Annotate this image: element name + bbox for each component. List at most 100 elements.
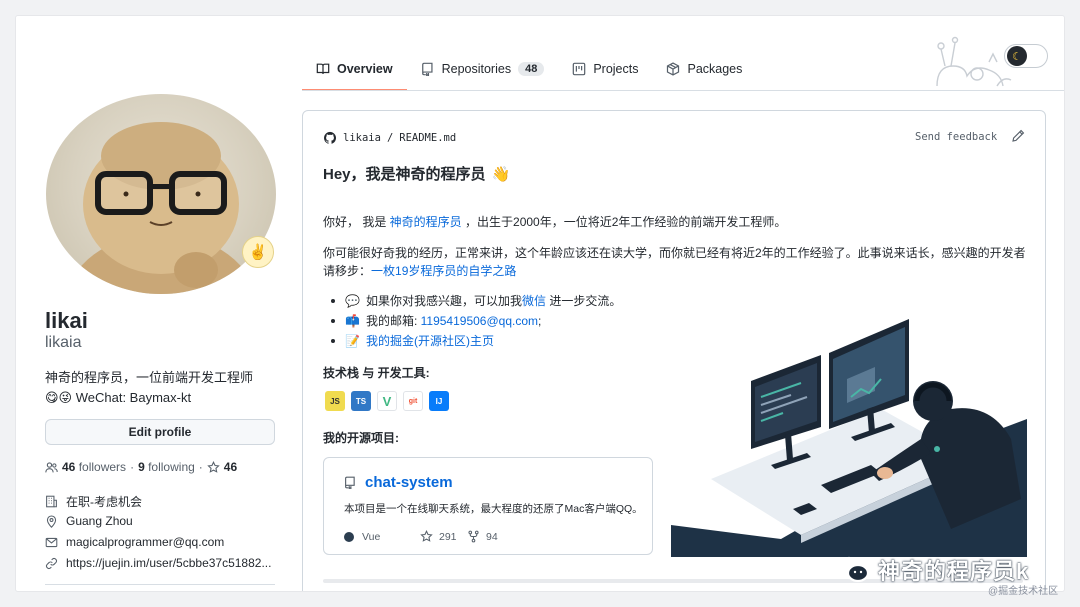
repo-description: 本项目是一个在线聊天系统，最大程度的还原了Mac客户端QQ。 <box>344 503 643 515</box>
repo-icon <box>345 476 355 489</box>
waving-hand-icon: 👋 <box>491 165 511 183</box>
location-text: Guang Zhou <box>66 514 133 528</box>
follow-stats: 46 followers · 9 following · 46 <box>45 460 237 474</box>
tab-label: Projects <box>593 62 639 76</box>
stars-count[interactable]: 46 <box>224 460 237 474</box>
people-icon <box>45 461 58 472</box>
readme-title: Hey，我是神奇的程序员 👋 <box>323 163 510 184</box>
avatar[interactable] <box>46 94 276 294</box>
tab-overview[interactable]: Overview <box>302 48 407 91</box>
followers-count: 46 <box>62 460 76 474</box>
github-icon <box>323 131 337 144</box>
memo-icon: 📝 <box>345 333 360 348</box>
profile-website[interactable]: https://juejin.im/user/5cbbe37c51882... <box>45 556 295 570</box>
tech-badges: JS TS V git IJ <box>325 391 449 411</box>
profile-username: likaia <box>45 334 82 351</box>
tab-repositories[interactable]: Repositories 48 <box>407 48 559 90</box>
pencil-icon[interactable] <box>1011 129 1025 143</box>
typescript-icon[interactable]: TS <box>351 391 371 411</box>
list-text: 进一步交流。 <box>545 294 622 308</box>
repo-stars[interactable]: 291 <box>439 531 467 543</box>
vue-icon[interactable]: V <box>377 391 397 411</box>
company-text: 在职-考虑机会 <box>66 495 142 509</box>
status-badge[interactable]: ✌️ <box>242 236 274 268</box>
paragraph-text: 你好， 我是 <box>323 215 390 229</box>
repo-language: Vue <box>362 530 381 543</box>
edit-profile-button[interactable]: Edit profile <box>45 419 275 445</box>
tabs-divider <box>302 90 1064 91</box>
language-color-dot <box>344 531 354 542</box>
star-icon <box>207 460 220 473</box>
readme-paragraph: 你可能很好奇我的经历，正常来讲，这个年龄应该还在读大学，而你就已经有将近2年的工… <box>323 244 1033 280</box>
list-text: 我的邮箱: <box>365 314 421 328</box>
followers-link[interactable]: 46 followers <box>62 460 126 474</box>
repo-meta: Vue 291 94 <box>344 530 498 543</box>
developer-illustration <box>671 319 1027 557</box>
paragraph-text: ，出生于2000年，一位将近2年工作经验的前端开发工程师。 <box>461 215 787 229</box>
repo-forks[interactable]: 94 <box>486 531 498 543</box>
repo-name: chat-system <box>365 474 453 491</box>
readme-file[interactable]: README.md <box>399 132 456 144</box>
fork-icon <box>468 530 479 543</box>
mailbox-icon: 📫 <box>345 313 360 328</box>
building-icon <box>46 495 57 508</box>
followers-label: followers <box>78 460 127 474</box>
source-watermark: @掘金技术社区 <box>988 586 1059 597</box>
projects-heading: 我的开源项目: <box>323 431 399 445</box>
list-item: 💬 如果你对我感兴趣，可以加我微信 进一步交流。 <box>331 292 621 309</box>
website-text: https://juejin.im/user/5cbbe37c51882... <box>66 556 272 570</box>
repo-count-badge: 48 <box>518 62 545 76</box>
profile-bio: 神奇的程序员，一位前端开发工程师 😋😜 WeChat: Baymax-kt <box>45 368 285 408</box>
list-item: 📫 我的邮箱: 1195419506@qq.com; <box>331 312 541 329</box>
location-icon <box>46 514 57 528</box>
list-text: ; <box>538 314 542 328</box>
readme-user[interactable]: likaia <box>343 132 381 144</box>
tab-projects[interactable]: Projects <box>558 48 652 90</box>
readme-title-text: Hey，我是神奇的程序员 <box>323 166 486 183</box>
bio-line: 神奇的程序员，一位前端开发工程师 <box>45 370 254 385</box>
mail-icon <box>45 537 58 547</box>
intellij-icon[interactable]: IJ <box>429 391 449 411</box>
profile-company: 在职-考虑机会 <box>45 493 295 510</box>
article-link[interactable]: 一枚19岁程序员的自学之路 <box>371 264 516 278</box>
following-count: 9 <box>138 460 145 474</box>
readme-card: likaia / README.md Send feedback Hey，我是神… <box>302 110 1046 591</box>
readme-paragraph: 你好， 我是 神奇的程序员 ，出生于2000年，一位将近2年工作经验的前端开发工… <box>323 213 1033 231</box>
breadcrumb-separator: / <box>386 132 394 144</box>
package-icon <box>667 62 680 76</box>
project-icon <box>573 62 586 76</box>
list-item: 📝 我的掘金(开源社区)主页 <box>331 332 494 349</box>
avatar-image <box>67 122 255 294</box>
following-link[interactable]: 9 following <box>138 460 195 474</box>
javascript-icon[interactable]: JS <box>325 391 345 411</box>
tab-packages[interactable]: Packages <box>652 48 756 90</box>
author-link[interactable]: 神奇的程序员 <box>390 215 462 229</box>
send-feedback-link[interactable]: Send feedback <box>915 131 997 143</box>
profile-location: Guang Zhou <box>45 514 295 528</box>
link-icon <box>46 557 57 569</box>
juejin-link[interactable]: 我的掘金(开源社区)主页 <box>366 332 494 349</box>
victory-hand-icon: ✌️ <box>248 244 268 261</box>
tab-label: Packages <box>687 62 743 76</box>
repo-card[interactable]: chat-system 本项目是一个在线聊天系统，最大程度的还原了Mac客户端Q… <box>323 457 653 555</box>
repo-icon <box>421 62 433 76</box>
repo-title[interactable]: chat-system <box>344 474 453 491</box>
wechat-icon <box>836 556 870 583</box>
git-icon[interactable]: git <box>403 391 423 411</box>
star-icon <box>420 530 433 542</box>
speech-bubble-icon: 💬 <box>345 293 360 308</box>
profile-name: likai <box>45 308 88 333</box>
bio-line: 😋😜 WeChat: Baymax-kt <box>45 390 192 405</box>
email-link[interactable]: 1195419506@qq.com <box>421 314 538 328</box>
wechat-link[interactable]: 微信 <box>522 294 546 308</box>
tab-label: Repositories <box>441 62 512 76</box>
book-icon <box>316 63 330 74</box>
profile-email[interactable]: magicalprogrammer@qq.com <box>45 535 295 549</box>
dot-separator: · <box>130 460 135 474</box>
sidebar-divider <box>45 584 275 585</box>
tech-heading: 技术栈 与 开发工具: <box>323 366 430 380</box>
list-text: 如果你对我感兴趣，可以加我 <box>365 294 522 308</box>
tab-label: Overview <box>337 62 393 76</box>
theme-toggle[interactable]: ☾ <box>1004 44 1048 68</box>
dot-separator: · <box>198 460 203 474</box>
